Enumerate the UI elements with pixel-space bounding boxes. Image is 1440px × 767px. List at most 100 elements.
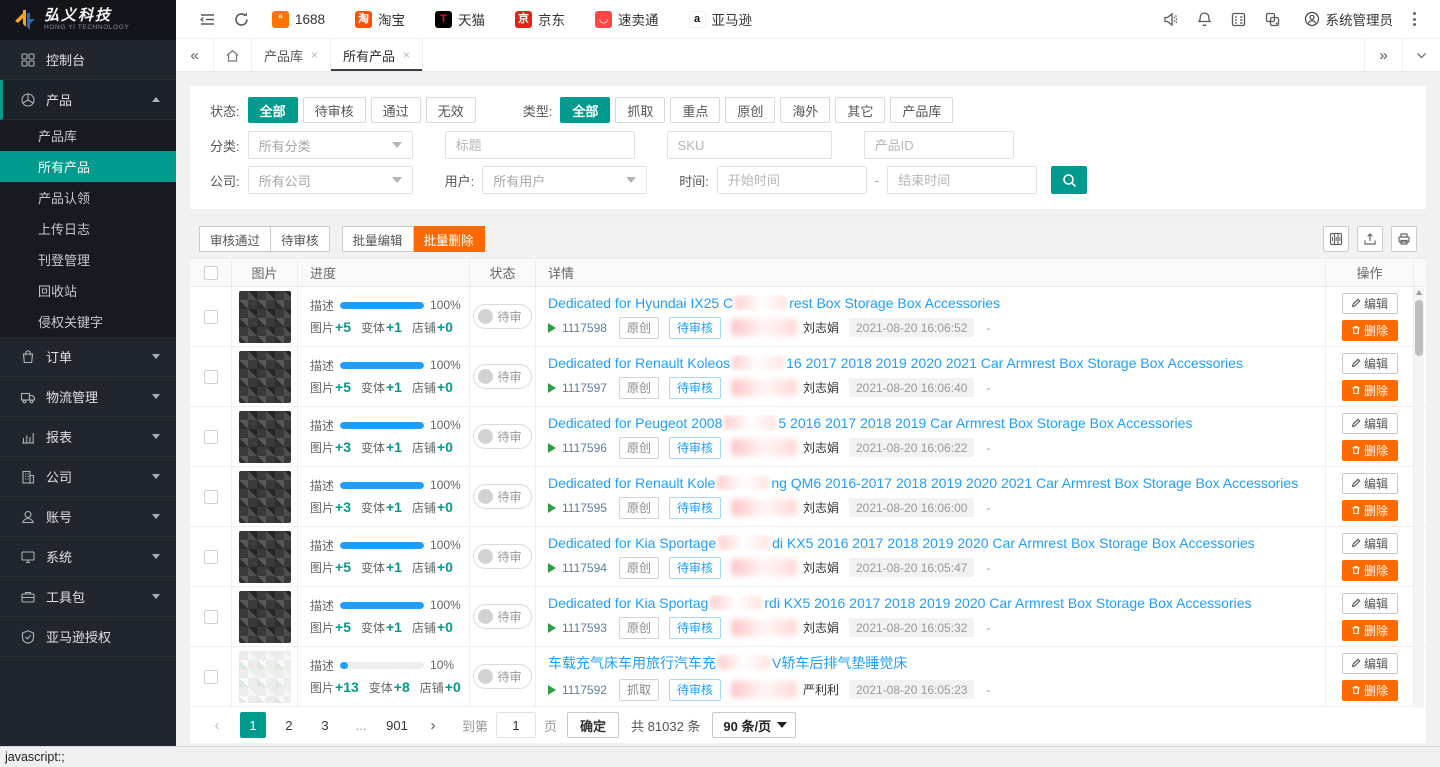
tabs-more-button[interactable]: » xyxy=(1364,39,1402,71)
type-chip-重点[interactable]: 重点 xyxy=(670,97,720,123)
product-image[interactable] xyxy=(239,411,291,463)
product-title-link[interactable]: Dedicated for Peugeot 2008 5 2016 2017 2… xyxy=(548,415,1192,431)
product-image[interactable] xyxy=(239,471,291,523)
search-button[interactable] xyxy=(1051,166,1087,194)
sidebar-item-0[interactable]: 控制台 xyxy=(0,40,176,80)
product-image[interactable] xyxy=(239,351,291,403)
status-chip-待审核[interactable]: 待审核 xyxy=(303,97,366,123)
product-title-link[interactable]: Dedicated for Renault Kole ng QM6 2016-2… xyxy=(548,475,1298,491)
delete-button[interactable]: 删除 xyxy=(1342,320,1398,341)
delete-button[interactable]: 删除 xyxy=(1342,620,1398,641)
print-icon[interactable] xyxy=(1391,226,1417,252)
type-chip-其它[interactable]: 其它 xyxy=(835,97,885,123)
sidebar-item-4[interactable]: 报表 xyxy=(0,417,176,457)
goto-confirm-button[interactable]: 确定 xyxy=(567,712,619,738)
platform-淘宝[interactable]: 淘淘宝 xyxy=(355,9,405,29)
sidebar-subitem[interactable]: 产品认领 xyxy=(0,182,176,213)
row-checkbox[interactable] xyxy=(204,430,218,444)
sidebar-item-2[interactable]: 订单 xyxy=(0,337,176,377)
row-checkbox[interactable] xyxy=(204,310,218,324)
refresh-icon[interactable] xyxy=(224,0,258,38)
scroll-up-arrow-icon[interactable] xyxy=(1416,290,1422,295)
delete-button[interactable]: 删除 xyxy=(1342,500,1398,521)
platform-亚马逊[interactable]: a亚马逊 xyxy=(689,9,753,29)
start-time-input[interactable] xyxy=(717,166,867,194)
sidebar-subitem[interactable]: 刊登管理 xyxy=(0,244,176,275)
company-select[interactable]: 所有公司 xyxy=(248,166,413,194)
status-chip-通过[interactable]: 通过 xyxy=(371,97,421,123)
sidebar-item-7[interactable]: 系统 xyxy=(0,537,176,577)
app-logo[interactable]: 弘义科技 HONG YI TECHNOLOGY xyxy=(0,0,176,40)
product-id-input[interactable] xyxy=(864,131,1014,159)
batch-delete-button[interactable]: 批量删除 xyxy=(414,226,485,252)
edit-button[interactable]: 编辑 xyxy=(1342,413,1398,434)
sidebar-item-8[interactable]: 工具包 xyxy=(0,577,176,617)
edit-button[interactable]: 编辑 xyxy=(1342,473,1398,494)
sidebar-subitem[interactable]: 产品库 xyxy=(0,120,176,151)
end-time-input[interactable] xyxy=(887,166,1037,194)
product-image[interactable] xyxy=(239,531,291,583)
sidebar-subitem[interactable]: 回收站 xyxy=(0,275,176,306)
row-checkbox[interactable] xyxy=(204,670,218,684)
edit-button[interactable]: 编辑 xyxy=(1342,353,1398,374)
product-image[interactable] xyxy=(239,591,291,643)
set-pending-button[interactable]: 待审核 xyxy=(271,226,330,252)
collapse-sidebar-icon[interactable] xyxy=(190,0,224,38)
edit-button[interactable]: 编辑 xyxy=(1342,593,1398,614)
delete-button[interactable]: 删除 xyxy=(1342,560,1398,581)
delete-button[interactable]: 删除 xyxy=(1342,440,1398,461)
sidebar-subitem[interactable]: 侵权关键字 xyxy=(0,306,176,337)
home-tab[interactable] xyxy=(214,39,252,71)
platform-速卖通[interactable]: ◡速卖通 xyxy=(595,9,659,29)
row-checkbox[interactable] xyxy=(204,550,218,564)
platform-1688[interactable]: ª1688 xyxy=(272,11,325,28)
platform-天猫[interactable]: T天猫 xyxy=(435,9,485,29)
row-checkbox[interactable] xyxy=(204,370,218,384)
goto-page-input[interactable] xyxy=(496,712,536,738)
sidebar-item-1[interactable]: 产品 xyxy=(0,80,176,120)
tab-所有产品[interactable]: 所有产品× xyxy=(331,39,423,71)
sidebar-subitem[interactable]: 上传日志 xyxy=(0,213,176,244)
tabs-scroll-left-button[interactable]: « xyxy=(176,39,214,71)
batch-edit-button[interactable]: 批量编辑 xyxy=(342,226,414,252)
delete-button[interactable]: 删除 xyxy=(1342,680,1398,701)
type-chip-抓取[interactable]: 抓取 xyxy=(615,97,665,123)
status-chip-无效[interactable]: 无效 xyxy=(426,97,476,123)
product-title-link[interactable]: 车载充气床车用旅行汽车充 V轿车后排气垫睡觉床 xyxy=(548,653,907,673)
user-select[interactable]: 所有用户 xyxy=(482,166,647,194)
columns-icon[interactable] xyxy=(1323,226,1349,252)
play-icon[interactable] xyxy=(548,623,556,633)
edit-button[interactable]: 编辑 xyxy=(1342,653,1398,674)
announcement-icon[interactable] xyxy=(1154,0,1188,38)
switch-account-icon[interactable] xyxy=(1256,0,1290,38)
export-icon[interactable] xyxy=(1357,226,1383,252)
page-button-3[interactable]: 3 xyxy=(312,712,338,738)
tabs-actions-button[interactable] xyxy=(1402,39,1440,71)
type-chip-海外[interactable]: 海外 xyxy=(780,97,830,123)
play-icon[interactable] xyxy=(548,323,556,333)
sidebar-item-3[interactable]: 物流管理 xyxy=(0,377,176,417)
row-checkbox[interactable] xyxy=(204,490,218,504)
type-chip-全部[interactable]: 全部 xyxy=(560,97,610,123)
type-chip-产品库[interactable]: 产品库 xyxy=(890,97,953,123)
apps-grid-icon[interactable] xyxy=(1222,0,1256,38)
status-chip-全部[interactable]: 全部 xyxy=(248,97,298,123)
next-page-button[interactable]: › xyxy=(420,712,446,738)
sidebar-subitem[interactable]: 所有产品 xyxy=(0,151,176,182)
user-menu[interactable]: 系统管理员 xyxy=(1304,9,1394,29)
approve-button[interactable]: 审核通过 xyxy=(199,226,271,252)
title-input[interactable] xyxy=(445,131,635,159)
page-button-2[interactable]: 2 xyxy=(276,712,302,738)
prev-page-button[interactable]: ‹ xyxy=(204,712,230,738)
sidebar-item-9[interactable]: 亚马逊授权 xyxy=(0,617,176,657)
sidebar-item-6[interactable]: 账号 xyxy=(0,497,176,537)
page-button-1[interactable]: 1 xyxy=(240,712,266,738)
edit-button[interactable]: 编辑 xyxy=(1342,293,1398,314)
tab-close-icon[interactable]: × xyxy=(311,48,318,62)
vertical-scrollbar[interactable] xyxy=(1414,288,1424,708)
type-chip-原创[interactable]: 原创 xyxy=(725,97,775,123)
more-options-icon[interactable] xyxy=(1403,12,1426,26)
tab-产品库[interactable]: 产品库× xyxy=(252,39,331,71)
notifications-bell-icon[interactable] xyxy=(1188,0,1222,38)
select-all-checkbox[interactable] xyxy=(204,266,218,280)
